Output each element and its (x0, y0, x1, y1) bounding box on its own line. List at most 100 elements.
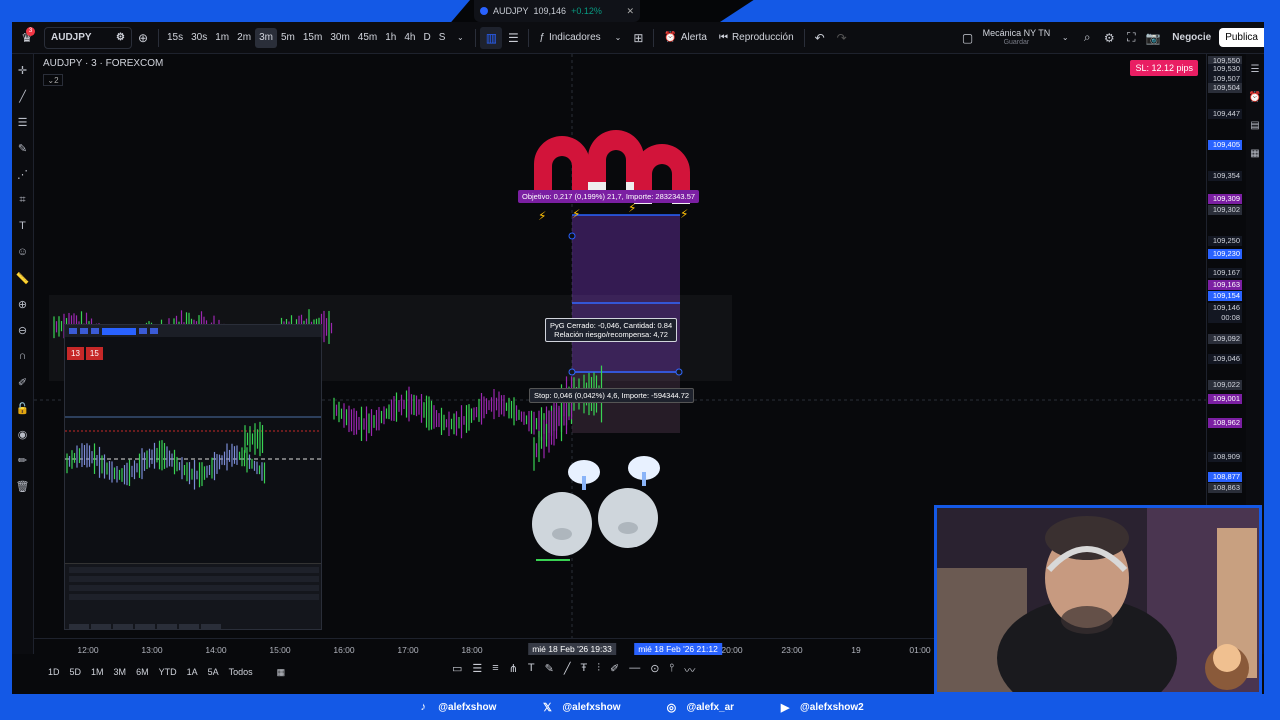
interval-45m[interactable]: 45m (354, 28, 381, 48)
fullscreen-icon[interactable]: ⛶ (1120, 27, 1142, 49)
font-icon[interactable]: Ŧ (581, 662, 588, 678)
ruler-icon[interactable]: 📏 (15, 268, 31, 288)
compare-add-icon[interactable]: ⊕ (132, 27, 154, 49)
settings-icon[interactable]: ⚙ (1098, 27, 1120, 49)
range-3m[interactable]: 3M (114, 667, 127, 677)
instagram-icon: ◎ (666, 701, 677, 714)
symbol-search[interactable]: AUDJPY ⚙ (44, 26, 132, 49)
interval-5m[interactable]: 5m (277, 28, 299, 48)
zoom-out-icon[interactable]: ⊖ (15, 320, 31, 340)
trash-icon[interactable]: 🗑 (15, 476, 31, 496)
frame-top-right (720, 0, 1280, 22)
lock-icon[interactable]: 🔓 (15, 398, 31, 418)
range-5d[interactable]: 5D (70, 667, 82, 677)
candles-icon[interactable]: ▥ (480, 26, 503, 49)
range-todos[interactable]: Todos (229, 667, 253, 677)
interval-d[interactable]: D (419, 28, 434, 48)
alert-button[interactable]: ⏰ Alerta (658, 32, 713, 43)
lock-drawings-icon[interactable]: ✐ (15, 372, 31, 392)
price-label: 108,909 (1208, 452, 1242, 462)
pencil-tool-icon[interactable]: ✐ (610, 662, 619, 678)
zoom-in-icon[interactable]: ⊕ (15, 294, 31, 314)
close-tab-icon[interactable]: ✕ (626, 6, 634, 17)
interval-4h[interactable]: 4h (400, 28, 419, 48)
text-icon[interactable]: T (15, 216, 31, 236)
magnet-icon[interactable]: ∩ (15, 346, 31, 366)
price-label: 109,230 (1208, 249, 1242, 259)
bottom-drawing-tools: ▭ ☰ ≡ ⋔ T ✎ ╱ Ŧ ⫶ ✐ — ⊙ ⫯ 〰 (452, 662, 695, 678)
pattern-icon[interactable]: ⋰ (15, 164, 31, 184)
collapse-legend-button[interactable]: ⌄ 2 (43, 74, 63, 86)
drawing-toolbar: ✛ ╱ ☰ ✎ ⋰ ⌗ T ☺ 📏 ⊕ ⊖ ∩ ✐ 🔓 ◉ ✏ 🗑 (12, 54, 34, 654)
pencil-icon[interactable]: ✏ (15, 450, 31, 470)
horizontal-line-icon[interactable]: — (629, 662, 640, 678)
emoji-icon[interactable]: ☺ (15, 242, 31, 262)
target-icon[interactable]: ⊙ (650, 662, 659, 678)
interval-s[interactable]: S (435, 28, 450, 48)
youtube-icon: ▶ (780, 701, 790, 714)
fib-icon[interactable]: ☰ (15, 112, 31, 132)
price-label: 109,405 (1208, 140, 1242, 150)
position-stop-zone[interactable] (572, 373, 680, 433)
layout-dropdown-icon[interactable]: ⌄ (1054, 27, 1076, 49)
chart-type-icon[interactable]: ☰ (502, 27, 524, 49)
interval-30m[interactable]: 30m (326, 28, 353, 48)
indicators-button[interactable]: ƒ Indicadores ⌄ (533, 32, 627, 43)
forecast-icon[interactable]: ⫯ (669, 662, 674, 678)
watchlist-icon[interactable]: ☰ (1248, 64, 1262, 78)
layout-selector[interactable]: Mecánica NY TN Guardar (979, 28, 1055, 48)
text-tool-icon[interactable]: T (528, 662, 535, 678)
interval-2m[interactable]: 2m (233, 28, 255, 48)
range-5a[interactable]: 5A (208, 667, 219, 677)
publish-button[interactable]: Publica (1219, 28, 1264, 47)
redo-icon[interactable]: ↷ (831, 27, 853, 49)
select-icon[interactable]: ▭ (452, 662, 462, 678)
hide-drawings-icon[interactable]: ◉ (15, 424, 31, 444)
undo-icon[interactable]: ↶ (809, 27, 831, 49)
chart-title[interactable]: AUDJPY · 3 · FOREXCOM (43, 58, 163, 69)
channel-icon[interactable]: ≡ (492, 662, 498, 678)
goto-date-icon[interactable]: ▦ (277, 667, 286, 678)
vertical-line-icon[interactable]: ⫶ (597, 662, 600, 678)
interval-dropdown-icon[interactable]: ⌄ (449, 27, 471, 49)
interval-1h[interactable]: 1h (381, 28, 400, 48)
range-1a[interactable]: 1A (187, 667, 198, 677)
fib-tool-icon[interactable]: ☰ (472, 662, 482, 678)
interval-15m[interactable]: 15m (299, 28, 326, 48)
target-handle[interactable] (568, 232, 576, 240)
range-ytd[interactable]: YTD (159, 667, 177, 677)
pitchfork-icon[interactable]: ⋔ (509, 662, 518, 678)
hotlist-icon[interactable]: ▤ (1248, 120, 1262, 134)
crosshair-icon[interactable]: ✛ (15, 60, 31, 80)
path-icon[interactable]: 〰 (684, 662, 695, 678)
layout-square-icon[interactable]: ▢ (957, 27, 979, 49)
time-label: 23:00 (781, 645, 803, 655)
range-1m[interactable]: 1M (91, 667, 104, 677)
camera-icon[interactable]: 📷 (1142, 27, 1164, 49)
range-1d[interactable]: 1D (48, 667, 60, 677)
indicators-label: Indicadores (548, 32, 601, 43)
search-icon[interactable]: ⌕ (1076, 27, 1098, 49)
templates-icon[interactable]: ⊞ (627, 27, 649, 49)
line-tool-icon[interactable]: ╱ (564, 662, 571, 678)
replay-button[interactable]: ⏮ Reproducción (713, 32, 800, 43)
range-6m[interactable]: 6M (136, 667, 149, 677)
interval-30s[interactable]: 30s (187, 28, 211, 48)
brush-icon[interactable]: ✎ (15, 138, 31, 158)
price-label: 109,302 (1208, 205, 1242, 215)
interval-3m[interactable]: 3m (255, 27, 277, 48)
sl-badge: SL: 12.12 pips (1130, 60, 1198, 76)
symbol-settings-icon[interactable]: ⚙ (116, 32, 125, 43)
browser-tab[interactable]: AUDJPY 109,146 +0.12% ✕ (474, 0, 640, 22)
calendar-icon[interactable]: ▦ (1248, 148, 1262, 162)
menu-button[interactable]: ♛ 3 (12, 22, 42, 54)
trendline-icon[interactable]: ╱ (15, 86, 31, 106)
alerts-panel-icon[interactable]: ⏰ (1248, 92, 1262, 106)
interval-1m[interactable]: 1m (211, 28, 233, 48)
divider (803, 28, 805, 47)
position-icon[interactable]: ⌗ (15, 190, 31, 210)
trade-button[interactable]: Negocie (1164, 28, 1219, 47)
pnl-line: PyG Cerrado: -0,046, Cantidad: 0.84 (550, 321, 673, 330)
interval-15s[interactable]: 15s (163, 28, 187, 48)
brush-tool-icon[interactable]: ✎ (545, 662, 554, 678)
